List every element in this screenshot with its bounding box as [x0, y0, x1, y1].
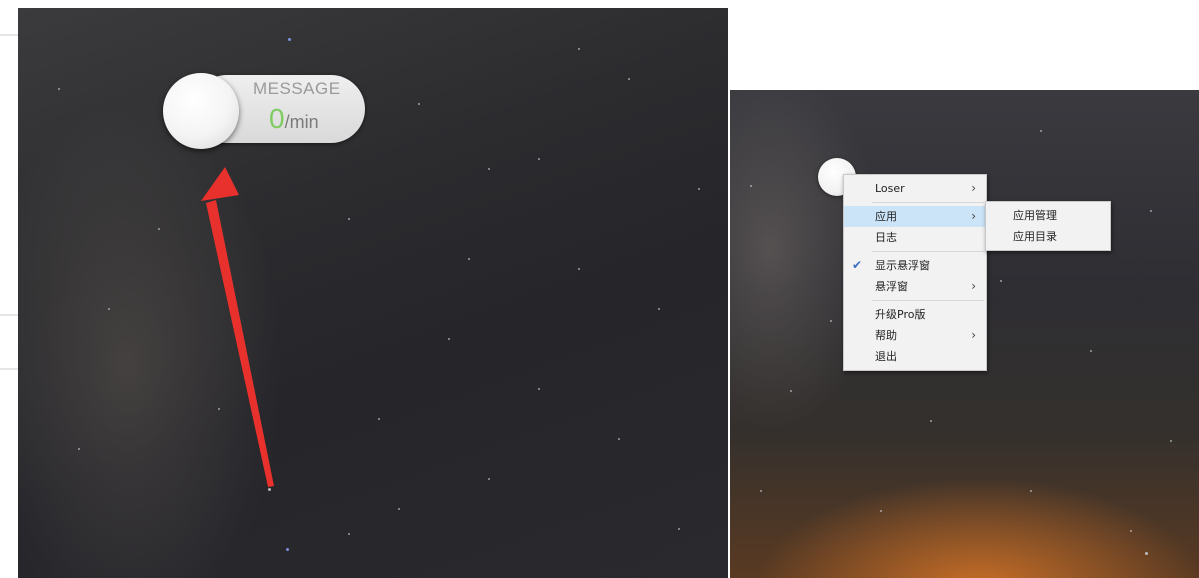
menu-item-help[interactable]: 帮助 › [844, 325, 986, 346]
menu-item-floating-window[interactable]: 悬浮窗 › [844, 276, 986, 297]
red-annotation-arrow [201, 167, 274, 487]
menu-item-log[interactable]: 日志 [844, 227, 986, 248]
menu-separator [872, 202, 984, 203]
menu-item-loser[interactable]: Loser › [844, 178, 986, 199]
left-edge-strip [0, 0, 18, 578]
menu-separator [872, 300, 984, 301]
submenu-item-app-directory[interactable]: 应用目录 [986, 226, 1110, 247]
submenu-item-app-management[interactable]: 应用管理 [986, 205, 1110, 226]
menu-item-apps[interactable]: 应用 › [844, 206, 986, 227]
menu-item-label: 日志 [875, 231, 897, 244]
checkmark-icon: ✔ [852, 258, 863, 272]
menu-item-label: 应用目录 [1013, 230, 1057, 243]
edge-divider [0, 314, 18, 316]
menu-item-upgrade-pro[interactable]: 升级Pro版 [844, 304, 986, 325]
arrow-shaft [206, 200, 274, 487]
chevron-right-icon: › [971, 279, 976, 293]
desktop-screenshot-right: Loser › 应用 › 日志 ✔ 显示悬浮窗 悬浮窗 › 升级Pro版 帮助 › 退出 … [730, 90, 1199, 578]
chevron-right-icon: › [971, 209, 976, 223]
menu-item-label: 帮助 [875, 329, 897, 342]
chevron-right-icon: › [971, 181, 976, 195]
menu-item-label: 显示悬浮窗 [875, 259, 930, 272]
menu-item-label: 应用管理 [1013, 209, 1057, 222]
menu-separator [872, 251, 984, 252]
context-menu: Loser › 应用 › 日志 ✔ 显示悬浮窗 悬浮窗 › 升级Pro版 帮助 › 退出 [843, 174, 987, 371]
chevron-right-icon: › [971, 328, 976, 342]
menu-item-show-floating-window[interactable]: ✔ 显示悬浮窗 [844, 255, 986, 276]
edge-divider [0, 368, 18, 370]
menu-item-label: 悬浮窗 [875, 280, 908, 293]
menu-item-label: 退出 [875, 350, 897, 363]
menu-item-label: 应用 [875, 210, 897, 223]
arrow-head [201, 167, 239, 201]
menu-item-label: Loser [875, 182, 905, 195]
menu-item-label: 升级Pro版 [875, 308, 926, 321]
edge-divider [0, 34, 18, 36]
menu-item-exit[interactable]: 退出 [844, 346, 986, 367]
apps-submenu: 应用管理 应用目录 [985, 201, 1111, 251]
desktop-screenshot-left: MESSAGE 0/min [18, 8, 728, 578]
